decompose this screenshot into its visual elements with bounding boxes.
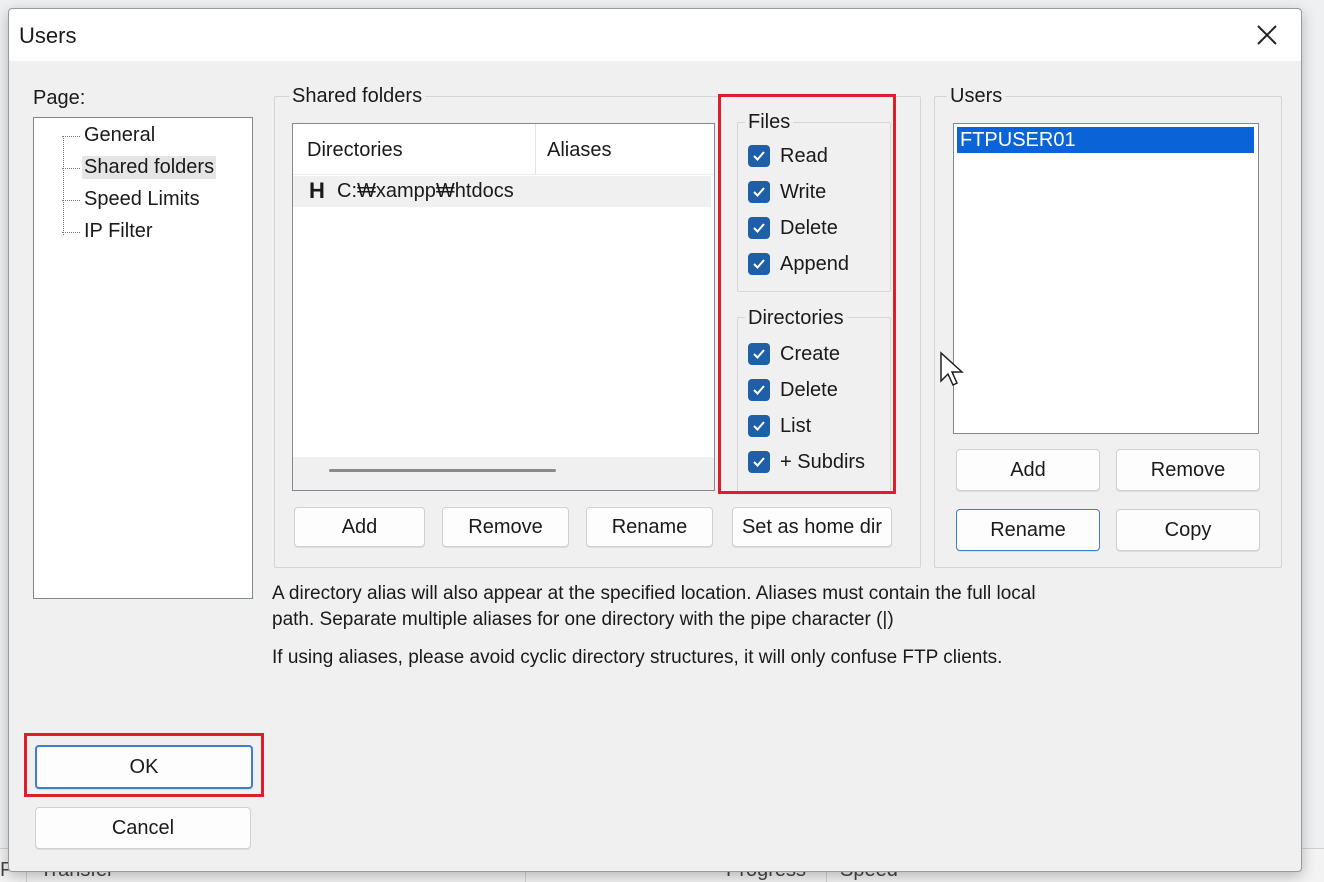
cancel-button[interactable]: Cancel: [35, 807, 251, 849]
tree-item-label: Speed Limits: [84, 188, 200, 210]
users-title: Users: [947, 85, 1006, 108]
shared-folders-title: Shared folders: [289, 85, 426, 108]
copy-user-button[interactable]: Copy: [1116, 509, 1260, 551]
page-tree: General Shared folders Speed Limits IP F…: [33, 117, 253, 599]
tree-connector: [62, 232, 80, 233]
tree-item-shared-folders[interactable]: Shared folders: [34, 154, 252, 184]
rename-directory-button[interactable]: Rename: [586, 507, 713, 547]
list-header: Directories Aliases: [293, 124, 714, 175]
column-header-directories[interactable]: Directories: [307, 139, 403, 162]
tree-item-general[interactable]: General: [34, 122, 252, 152]
tree-item-label: General: [84, 124, 156, 146]
horizontal-scrollbar[interactable]: [293, 457, 714, 490]
highlight-box-ok: [24, 733, 264, 797]
close-button[interactable]: [1239, 13, 1295, 57]
tree-item-speed-limits[interactable]: Speed Limits: [34, 186, 252, 216]
tree-item-label: IP Filter: [84, 220, 153, 242]
user-name: FTPUSER01: [960, 129, 1076, 151]
column-header-aliases[interactable]: Aliases: [547, 139, 611, 162]
list-item[interactable]: FTPUSER01: [957, 127, 1254, 153]
page-label: Page:: [33, 87, 86, 109]
directories-list[interactable]: Directories Aliases H C:₩xampp₩htdocs: [292, 123, 715, 491]
highlight-box-permissions: [718, 94, 896, 494]
add-directory-button[interactable]: Add: [294, 507, 425, 547]
set-home-dir-button[interactable]: Set as home dir: [732, 507, 892, 547]
table-row[interactable]: H C:₩xampp₩htdocs: [293, 176, 711, 207]
tree-item-ip-filter[interactable]: IP Filter: [34, 218, 252, 248]
tree-connector: [62, 200, 80, 201]
alias-warning: If using aliases, please avoid cyclic di…: [272, 647, 1003, 668]
add-user-button[interactable]: Add: [956, 449, 1100, 491]
users-list[interactable]: FTPUSER01: [953, 123, 1259, 434]
directory-path: C:₩xampp₩htdocs: [337, 180, 514, 202]
column-separator[interactable]: [535, 124, 536, 174]
alias-description-line1: A directory alias will also appear at th…: [272, 583, 1036, 604]
remove-user-button[interactable]: Remove: [1116, 449, 1260, 491]
window-title: Users: [19, 23, 77, 48]
users-dialog: Users Page: General Shared folders Speed…: [8, 8, 1302, 872]
tree-item-label: Shared folders: [82, 156, 217, 179]
title-bar: Users: [9, 9, 1301, 61]
close-icon: [1257, 25, 1277, 45]
home-dir-marker: H: [309, 178, 325, 203]
tree-connector: [62, 168, 80, 169]
mouse-cursor-icon: [940, 351, 964, 387]
rename-user-button[interactable]: Rename: [956, 509, 1100, 551]
remove-directory-button[interactable]: Remove: [442, 507, 569, 547]
tree-connector: [62, 136, 80, 137]
alias-description-line2: path. Separate multiple aliases for one …: [272, 609, 894, 630]
scrollbar-thumb[interactable]: [329, 469, 556, 472]
